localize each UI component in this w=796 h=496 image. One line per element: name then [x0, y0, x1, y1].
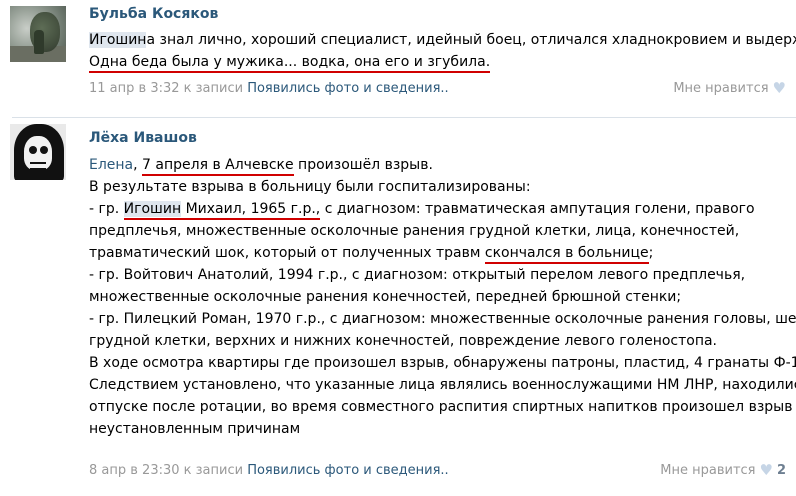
text-span: множественные осколочные ранения конечно…	[89, 289, 682, 305]
post-link[interactable]: Появились фото и сведения..	[247, 81, 449, 96]
like-count: 2	[776, 463, 786, 478]
text-line: предплечья, множественные осколочные ран…	[89, 220, 776, 242]
text-span: Игошин Михаил, 1965 г.р.,	[123, 201, 321, 220]
text-line: множественные осколочные ранения конечно…	[89, 286, 776, 308]
text-line: грудной клетки, верхних и нижних конечно…	[89, 330, 776, 352]
text-span: предплечья, множественные осколочные ран…	[89, 223, 740, 239]
text-span: скончался в больнице	[484, 245, 649, 264]
text-line: В результате взрыва в больницу были госп…	[89, 176, 776, 198]
comment-date[interactable]: 11 апр в 3:32 к записи	[89, 81, 247, 96]
text-line: - гр. Пилецкий Роман, 1970 г.р., с диагн…	[89, 308, 796, 330]
like-label: Мне нравится	[673, 81, 769, 96]
comment-date[interactable]: 8 апр в 23:30 к записи	[89, 463, 247, 478]
text-span: - гр. Войтович Анатолий, 1994 г.р., с ди…	[89, 267, 746, 283]
text-span: с диагнозом: травматическая ампутация го…	[320, 201, 755, 217]
text-line: - гр. Войтович Анатолий, 1994 г.р., с ди…	[89, 264, 776, 286]
heart-icon: ♥	[759, 461, 773, 479]
comment-text: Игошина знал лично, хороший специалист, …	[89, 29, 796, 73]
like-button[interactable]: Мне нравится ♥ 2	[660, 461, 786, 479]
text-line: Елена, 7 апреля в Алчевске произошёл взр…	[89, 154, 776, 176]
like-button[interactable]: Мне нравится ♥	[673, 79, 786, 97]
comment-meta: 8 апр в 23:30 к записи Появились фото и …	[89, 463, 449, 478]
text-line: травматический шок, который от полученны…	[89, 242, 776, 264]
text-line: В ходе осмотра квартиры где произошел вз…	[89, 352, 796, 374]
text-span: В результате взрыва в больницу были госп…	[89, 179, 531, 195]
text-span: В ходе осмотра квартиры где произошел вз…	[89, 355, 796, 371]
text-span: произошёл взрыв.	[293, 157, 433, 173]
text-line: неустановленным причинам	[89, 418, 776, 440]
like-label: Мне нравится	[660, 463, 756, 478]
text-line: Следствием установлено, что указанные ли…	[89, 374, 796, 396]
text-span: грудной клетки, верхних и нижних конечно…	[89, 333, 718, 349]
comment: Лёха Ивашов Елена, 7 апреля в Алчевске п…	[0, 118, 796, 496]
text-span: неустановленным причинам	[89, 421, 301, 437]
text-span: отпуске после ротации, во время совместн…	[89, 399, 796, 415]
comment-text: Елена, 7 апреля в Алчевске произошёл взр…	[89, 154, 796, 440]
text-span: ;	[648, 245, 654, 261]
highlight: Игошин	[123, 201, 182, 217]
text-span: ,	[133, 157, 143, 173]
text-line: Одна беда была у мужика... водка, она ег…	[89, 51, 776, 73]
heart-icon: ♥	[772, 79, 786, 97]
comment-author[interactable]: Бульба Косяков	[89, 6, 218, 22]
comment-meta: 11 апр в 3:32 к записи Появились фото и …	[89, 81, 449, 96]
text-span: травматический шок, который от полученны…	[89, 245, 485, 261]
text-line: - гр. Игошин Михаил, 1965 г.р., с диагно…	[89, 198, 776, 220]
text-span: Следствием установлено, что указанные ли…	[89, 377, 796, 393]
comment-author[interactable]: Лёха Ивашов	[89, 130, 197, 146]
text-span: Игошин	[89, 32, 147, 48]
text-span: - гр. Пилецкий Роман, 1970 г.р., с диагн…	[89, 311, 796, 327]
post-link[interactable]: Появились фото и сведения..	[247, 463, 449, 478]
comment: Бульба Косяков Игошина знал лично, хорош…	[0, 0, 796, 118]
avatar[interactable]	[10, 124, 66, 180]
avatar[interactable]	[10, 6, 66, 62]
mention-link[interactable]: Елена	[89, 157, 133, 173]
text-line: отпуске после ротации, во время совместн…	[89, 396, 796, 418]
text-span: а знал лично, хороший специалист, идейны…	[146, 32, 796, 48]
text-span: - гр.	[89, 201, 124, 217]
text-span: 7 апреля в Алчевске	[142, 157, 294, 176]
text-line: Игошина знал лично, хороший специалист, …	[89, 29, 796, 51]
text-span: Одна беда была у мужика... водка, она ег…	[89, 54, 491, 73]
